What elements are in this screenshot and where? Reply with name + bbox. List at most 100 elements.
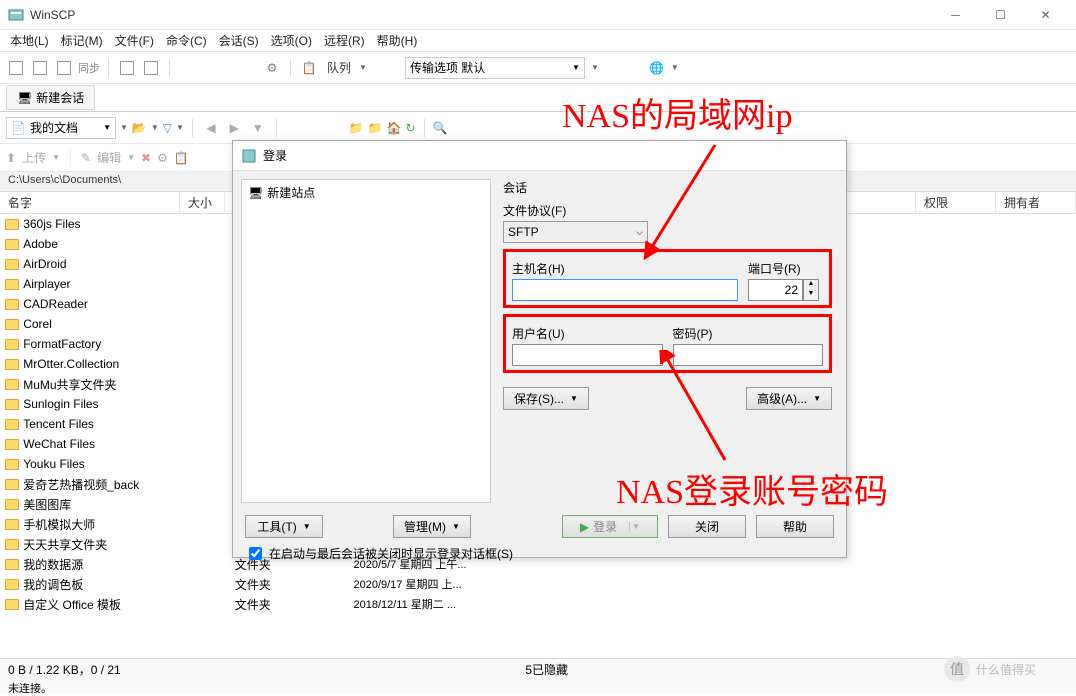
maximize-button[interactable]: ☐: [978, 0, 1023, 30]
file-name: MuMu共享文件夹: [23, 376, 185, 393]
new-site-node[interactable]: 🖥 新建站点: [242, 180, 490, 205]
port-spin-down[interactable]: ▼: [804, 290, 818, 300]
pass-input[interactable]: [673, 344, 824, 366]
sites-tree[interactable]: 🖥 新建站点: [241, 179, 491, 503]
close-dialog-button[interactable]: 关闭: [668, 515, 746, 538]
folder-icon: [4, 576, 19, 592]
home-icon[interactable]: 🏠: [387, 121, 402, 135]
refresh-icon[interactable]: ↻: [406, 121, 416, 135]
gear-icon[interactable]: ⚙: [262, 58, 282, 78]
upload-label: 上传: [22, 149, 46, 166]
monitor-icon: 🖥: [17, 91, 32, 105]
file-name: ..: [23, 197, 185, 211]
manage-button[interactable]: 管理(M): [393, 515, 471, 538]
show-on-startup-checkbox[interactable]: [249, 547, 262, 560]
nav-icons: ◀ ▶ ▼: [201, 119, 268, 137]
fwd-icon[interactable]: ▶: [225, 119, 243, 137]
tb-icon-2[interactable]: [141, 58, 161, 78]
folder-icon: [4, 216, 19, 232]
session-section-label: 会话: [503, 179, 832, 196]
file-type: 文件夹: [235, 596, 354, 613]
list-item[interactable]: 自定义 Office 模板文件夹2018/12/11 星期二 ...: [0, 594, 500, 614]
tb-icon-1[interactable]: [117, 58, 137, 78]
menu-command[interactable]: 命令(C): [160, 30, 213, 51]
open-folder-icon[interactable]: 📂: [132, 121, 147, 135]
list-item[interactable]: 我的调色板文件夹2020/9/17 星期四 上...: [0, 574, 500, 594]
save-button[interactable]: 保存(S)...: [503, 387, 589, 410]
globe-icon[interactable]: 🌐: [647, 58, 667, 78]
window-title: WinSCP: [30, 8, 933, 22]
file-modified: 2018/12/11 星期二 ...: [353, 596, 496, 612]
root-folder-icon[interactable]: 📁: [368, 121, 383, 135]
file-name: 手机模拟大师: [23, 516, 185, 533]
file-name: 天天共享文件夹: [23, 536, 185, 553]
edit-icon: ✎: [81, 151, 91, 165]
folder-icon: [4, 396, 19, 412]
file-name: 我的数据源: [23, 556, 185, 573]
sync-icon[interactable]: [6, 58, 26, 78]
tools-button[interactable]: 工具(T): [245, 515, 323, 538]
parent-folder-icon: ↰: [4, 196, 19, 212]
menu-options[interactable]: 选项(O): [265, 30, 318, 51]
queue-label: 队列: [323, 59, 355, 76]
file-modified: 2020/9/17 星期四 上...: [353, 576, 496, 592]
folder-icon: [4, 296, 19, 312]
file-name: Tencent Files: [23, 417, 185, 431]
advanced-button[interactable]: 高级(A)...: [746, 387, 832, 410]
menubar: 本地(L) 标记(M) 文件(F) 命令(C) 会话(S) 选项(O) 远程(R…: [0, 30, 1076, 52]
file-type: 文件夹: [235, 576, 354, 593]
folder-icon: [4, 376, 19, 392]
folder-icon: [4, 256, 19, 272]
selection-status: 0 B / 1.22 KB，0 / 21: [8, 661, 121, 678]
protocol-select[interactable]: SFTP ⌵: [503, 221, 648, 243]
local-dir-combo[interactable]: 📄 我的文档 ▼: [6, 117, 116, 139]
menu-local[interactable]: 本地(L): [4, 30, 55, 51]
monitor-icon: 🖥: [248, 186, 263, 200]
main-toolbar: 同步 ⚙ 📋 队列 ▼ 传输选项 默认 ▼ ▼ 🌐 ▼: [0, 52, 1076, 84]
login-button[interactable]: ▶登录│▼: [562, 515, 658, 538]
titlebar: WinSCP ─ ☐ ✕: [0, 0, 1076, 30]
col-owner[interactable]: 拥有者: [996, 192, 1076, 213]
up-folder-icon[interactable]: 📁: [349, 121, 364, 135]
port-label: 端口号(R): [748, 260, 823, 277]
menu-session[interactable]: 会话(S): [213, 30, 265, 51]
upload-icon: ⬆: [6, 151, 16, 165]
folder-icon: [4, 556, 19, 572]
compare-icon[interactable]: [30, 58, 50, 78]
new-session-tab[interactable]: 🖥 新建会话: [6, 85, 95, 110]
host-input[interactable]: [512, 279, 738, 301]
protocol-label: 文件协议(F): [503, 202, 832, 219]
file-name: Airplayer: [23, 277, 185, 291]
host-highlight-box: 主机名(H) 端口号(R) ▲ ▼: [503, 249, 832, 308]
queue-icon[interactable]: 📋: [299, 58, 319, 78]
login-icon: [241, 148, 257, 164]
pass-label: 密码(P): [673, 325, 824, 342]
minimize-button[interactable]: ─: [933, 0, 978, 30]
transfer-preset-select[interactable]: 传输选项 默认 ▼: [405, 57, 585, 79]
filter-icon[interactable]: ▽: [163, 121, 172, 135]
menu-help[interactable]: 帮助(H): [371, 30, 424, 51]
menu-remote[interactable]: 远程(R): [318, 30, 371, 51]
annotation-cred-text: NAS登录账号密码: [616, 464, 888, 513]
file-name: AirDroid: [23, 257, 185, 271]
help-button[interactable]: 帮助: [756, 515, 834, 538]
col-perm[interactable]: 权限: [916, 192, 996, 213]
smzdm-icon: 值: [944, 656, 970, 682]
file-name: 爱奇艺热播视频_back: [23, 476, 185, 493]
edit-label: 编辑: [97, 149, 121, 166]
find-icon[interactable]: 🔍: [433, 121, 448, 135]
folder-icon: [4, 476, 19, 492]
close-button[interactable]: ✕: [1023, 0, 1068, 30]
user-input[interactable]: [512, 344, 663, 366]
port-input[interactable]: [748, 279, 803, 301]
menu-file[interactable]: 文件(F): [109, 30, 160, 51]
menu-mark[interactable]: 标记(M): [55, 30, 109, 51]
folder-icon: [4, 336, 19, 352]
sync-browse-icon[interactable]: [54, 58, 74, 78]
back-icon[interactable]: ◀: [202, 119, 220, 137]
watermark: 值 什么值得买: [910, 651, 1070, 687]
folder-icon: [4, 456, 19, 472]
folder-icon: [4, 316, 19, 332]
port-spin-up[interactable]: ▲: [804, 280, 818, 290]
file-name: FormatFactory: [23, 337, 185, 351]
